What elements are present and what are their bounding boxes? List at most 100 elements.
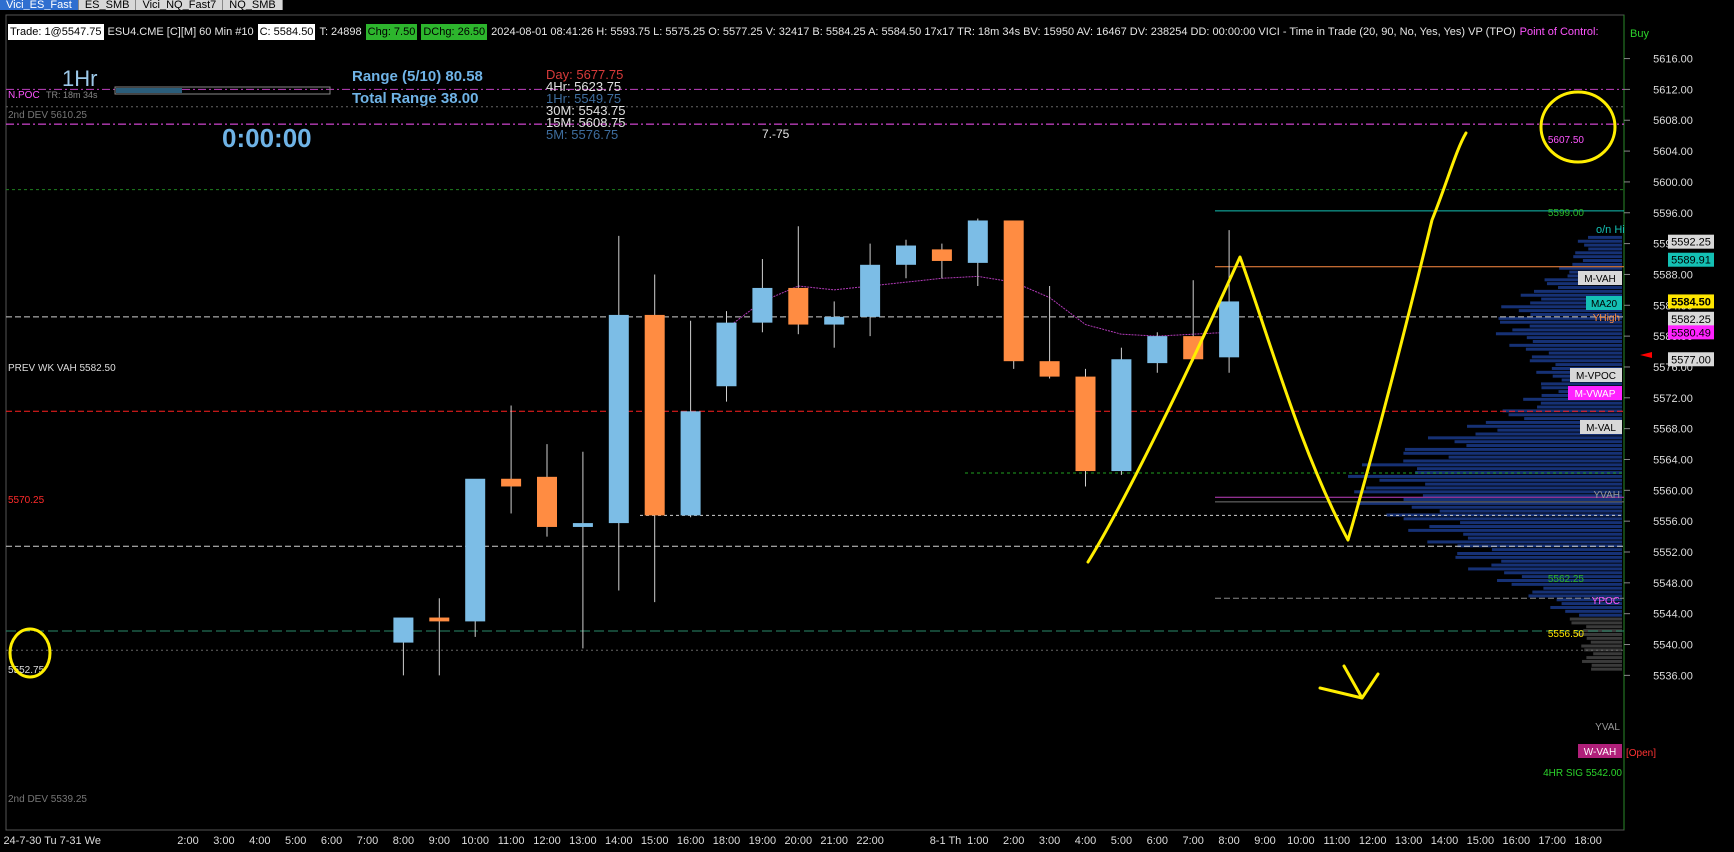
price-tick-label: 5568.00 [1653, 424, 1693, 436]
profile-bar [1532, 590, 1622, 594]
price-tick-label: 5552.00 [1653, 547, 1693, 559]
profile-bar [1577, 239, 1622, 243]
profile-bar [1573, 255, 1622, 259]
profile-bar [1403, 498, 1622, 502]
daily-change-readout: DChg: 26.50 [421, 24, 488, 40]
profile-bar [1531, 355, 1622, 359]
price-tick-label: 5604.00 [1653, 146, 1693, 158]
profile-bar [1429, 525, 1622, 529]
profile-bar [1588, 235, 1622, 239]
ypoc-label: YPOC [1592, 596, 1620, 607]
time-tick-label: 11:00 [1323, 835, 1350, 847]
profile-bar [1575, 251, 1622, 255]
candle-body [967, 220, 988, 263]
total-range-label: Total Range 38.00 [352, 90, 478, 107]
profile-bar [1495, 332, 1622, 336]
tab-vici-es-fast[interactable]: Vici_ES_Fast [0, 0, 79, 10]
time-tick-label: 6:00 [321, 835, 342, 847]
chart-area[interactable]: 5616.00 5612.00 5608.00 5604.00 5600.00 5596.… [0, 10, 1734, 847]
price-tag-label: 5584.50 [1671, 296, 1711, 308]
profile-bar [1354, 490, 1622, 494]
npoc-label: N.POC [8, 90, 40, 101]
candle-body [860, 264, 881, 317]
time-tick-label: 5:00 [285, 835, 306, 847]
profile-bar [1411, 505, 1622, 509]
hand-drawn-annotations [8, 90, 1617, 700]
level-5607-label: 5607.50 [1548, 135, 1585, 146]
price-tick-label: 5596.00 [1653, 208, 1693, 220]
time-tick-label: 24-7-30 Tu [3, 835, 56, 847]
timeframe-label: 1Hr [62, 66, 97, 91]
price-tick-label: 5564.00 [1653, 454, 1693, 466]
profile-bar [1543, 586, 1622, 590]
time-tick-label: 14:00 [605, 835, 633, 847]
profile-bar [1588, 247, 1622, 251]
time-tick-label: 10:00 [461, 835, 489, 847]
time-tick-label: 9:00 [1254, 835, 1275, 847]
profile-bar [1537, 405, 1622, 409]
profile-bar [1571, 621, 1622, 625]
tab-es-smb[interactable]: ES_SMB [78, 0, 137, 10]
candle-body [931, 249, 952, 261]
price-tick-label: 5556.00 [1653, 516, 1693, 528]
chart-tab-strip: Vici_ES_Fast ES_SMB Vici_NQ_Fast7 NQ_SMB [0, 0, 283, 10]
profile-bar [1565, 609, 1622, 613]
profile-bar [1591, 663, 1622, 667]
time-tick-label: 22:00 [856, 835, 884, 847]
dev-bottom-label: 2nd DEV 5539.25 [8, 794, 87, 805]
profile-bar [1582, 659, 1622, 663]
profile-bar [1586, 656, 1622, 660]
level-lines [6, 88, 1624, 651]
time-tick-label: 21:00 [820, 835, 848, 847]
profile-bar [1460, 521, 1622, 525]
volume-profile [1347, 235, 1622, 671]
bar-info-readout: 2024-08-01 08:41:26 H: 5593.75 L: 5575.2… [491, 26, 1516, 38]
bar-timer: 0:00:00 [222, 123, 312, 153]
profile-bar [1579, 613, 1622, 617]
profile-bar [1581, 644, 1622, 648]
instrument-readout: ESU4.CME [C][M] 60 Min #10 [107, 26, 254, 38]
candle-body [716, 322, 737, 387]
profile-bar [1558, 286, 1622, 290]
profile-bar [1408, 528, 1622, 532]
time-tick-label: 1:00 [967, 835, 988, 847]
candles [393, 218, 1240, 676]
profile-bar [1417, 467, 1622, 471]
time-tick-label: 8:00 [1218, 835, 1239, 847]
profile-bar [1525, 347, 1622, 351]
profile-bar [1509, 343, 1622, 347]
candlestick-chart[interactable]: 5616.00 5612.00 5608.00 5604.00 5600.00 5596.… [0, 10, 1734, 847]
profile-bar [1541, 382, 1622, 386]
time-tick-label: 3:00 [213, 835, 234, 847]
tab-vici-nq-fast7[interactable]: Vici_NQ_Fast7 [136, 0, 224, 10]
profile-bar [1457, 552, 1622, 556]
yvah-label: YVAH [1594, 490, 1621, 501]
profile-bar [1540, 401, 1622, 405]
time-tick-label: 15:00 [1467, 835, 1495, 847]
price-tick-label: 5548.00 [1653, 578, 1693, 590]
time-tick-label: 15:00 [641, 835, 669, 847]
profile-bar [1466, 444, 1622, 448]
profile-bar [1569, 617, 1622, 621]
candle-body [752, 287, 773, 323]
buy-indicator[interactable]: Buy [1630, 28, 1649, 40]
profile-bar [1425, 482, 1622, 486]
candle-body [393, 617, 414, 643]
level-5562-label: 5562.25 [1548, 574, 1585, 585]
profile-bar [1491, 548, 1622, 552]
time-tick-label: 18:00 [1574, 835, 1602, 847]
profile-bar [1366, 486, 1622, 490]
4hr-sig-label: 4HR SIG 5542.00 [1543, 768, 1622, 779]
profile-bar [1404, 447, 1622, 451]
profile-bar [1508, 413, 1622, 417]
trade-readout: Trade: 1@5547.75 [8, 24, 104, 40]
time-tick-label: 5:00 [1111, 835, 1132, 847]
profile-bar [1379, 478, 1622, 482]
profile-bar [1529, 359, 1622, 363]
candle-body [824, 316, 845, 325]
price-tick-label: 5572.00 [1653, 393, 1693, 405]
candle-body [1219, 301, 1240, 358]
price-tag-label: 5592.25 [1671, 237, 1711, 249]
tab-nq-smb[interactable]: NQ_SMB [223, 0, 283, 10]
candle-body [896, 245, 916, 265]
